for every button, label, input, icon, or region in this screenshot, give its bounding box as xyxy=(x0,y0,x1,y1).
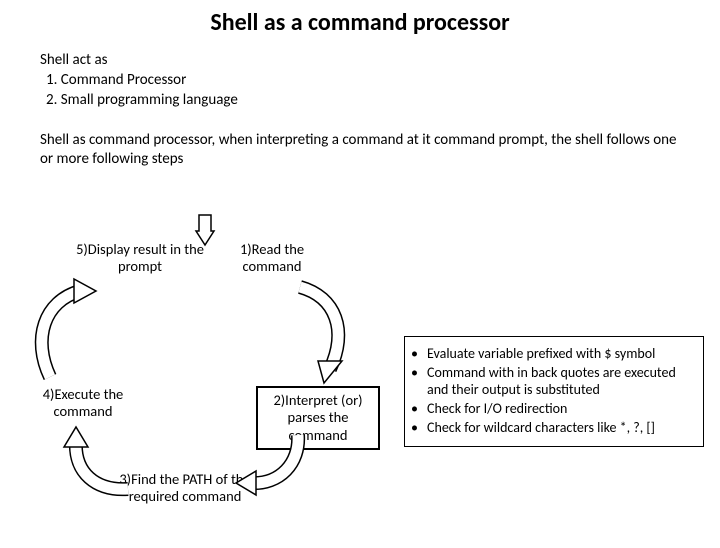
bullet-text: Evaluate variable prefixed with $ symbol xyxy=(427,345,655,362)
step-4: 4)Execute the command xyxy=(28,386,138,421)
bullet-item: • Check for wildcard characters like *, … xyxy=(411,419,695,436)
cycle-diagram: 5)Display result in the prompt 1)Read th… xyxy=(0,213,420,543)
bullet-icon: • xyxy=(411,345,427,362)
step-5: 5)Display result in the prompt xyxy=(70,241,210,276)
bullet-icon: • xyxy=(411,364,427,398)
intro-list: 1. Command Processor 2. Small programmin… xyxy=(46,71,720,109)
bullet-item: • Check for I/O redirection xyxy=(411,400,695,417)
arrow-curved-icon xyxy=(34,283,104,383)
bullet-text: Check for wildcard characters like *, ?,… xyxy=(427,419,655,436)
arrow-curved-icon xyxy=(62,429,142,503)
arrow-curved-icon xyxy=(236,433,316,503)
bullet-icon: • xyxy=(411,400,427,417)
bullet-text: Check for I/O redirection xyxy=(427,400,567,417)
bullet-text: Command with in back quotes are executed… xyxy=(427,364,695,398)
intro-item: 2. Small programming language xyxy=(46,91,720,109)
step-1: 1)Read the command xyxy=(225,241,319,276)
bullet-item: • Evaluate variable prefixed with $ symb… xyxy=(411,345,695,362)
bullet-item: • Command with in back quotes are execut… xyxy=(411,364,695,398)
page-title: Shell as a command processor xyxy=(0,8,720,37)
arrow-curved-icon xyxy=(290,283,360,383)
intro-paragraph: Shell as command processor, when interpr… xyxy=(40,131,680,169)
intro-lead: Shell act as xyxy=(40,51,720,69)
arrow-down-icon xyxy=(196,213,226,247)
intro-item: 1. Command Processor xyxy=(46,71,720,89)
interpret-details-box: • Evaluate variable prefixed with $ symb… xyxy=(404,336,704,447)
bullet-icon: • xyxy=(411,419,427,436)
